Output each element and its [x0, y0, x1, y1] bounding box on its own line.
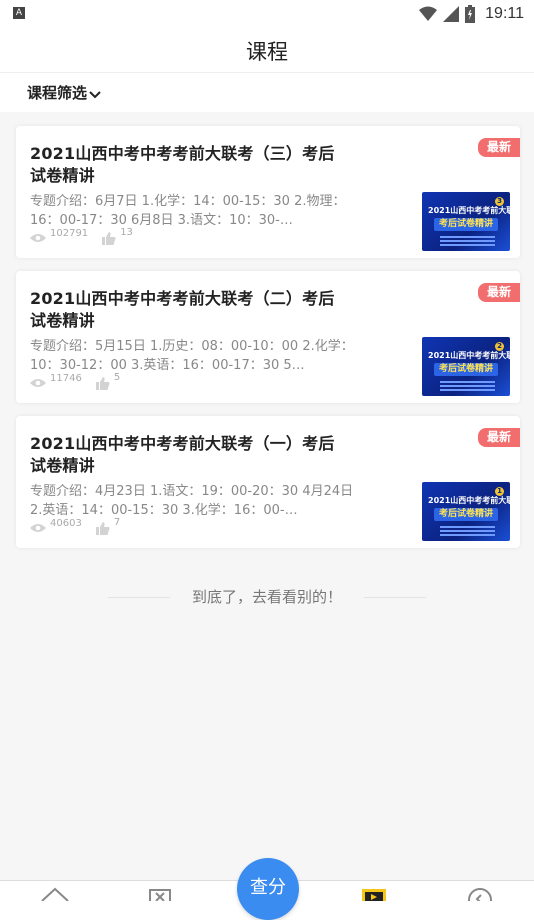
wifi-icon — [419, 6, 438, 21]
end-of-list-message: 到底了，去看看别的！ — [191, 588, 342, 606]
thumbnail-subtitle: 考后试卷精讲 — [434, 363, 498, 376]
likes-count: 13 — [120, 226, 133, 238]
page-title: 课程 — [246, 40, 288, 64]
thumbs-up-icon — [95, 376, 110, 390]
battery-icon — [465, 5, 476, 23]
course-thumbnail: 2 2021山西中考考前大联考 考后试卷精讲 — [422, 337, 510, 396]
score-query-button[interactable]: 查分 — [237, 858, 299, 920]
thumbnail-subtitle: 考后试卷精讲 — [434, 218, 498, 231]
views-count: 102791 — [50, 228, 89, 239]
new-badge: 最新 — [478, 428, 520, 447]
profile-icon[interactable] — [466, 887, 494, 901]
course-description: 专题介绍：5月15日 1.历史：08：00-10：00 2.化学：10：30-1… — [30, 339, 354, 373]
title-bar: 课程 — [0, 28, 534, 72]
course-thumbnail: 3 2021山西中考考前大联考 考后试卷精讲 — [422, 192, 510, 251]
new-badge: 最新 — [478, 138, 520, 157]
eye-icon — [30, 234, 46, 242]
thumbnail-decoration — [440, 236, 495, 238]
course-title: 2021山西中考中考考前大联考（二）考后试卷精讲 — [30, 289, 335, 330]
views-stat: 11746 — [30, 373, 82, 388]
course-filter-label: 课程筛选 — [27, 84, 88, 102]
views-stat: 40603 — [30, 518, 82, 533]
course-tab-icon[interactable] — [360, 887, 388, 901]
eye-icon — [30, 524, 46, 532]
thumbnail-title: 2021山西中考考前大联考 — [428, 351, 510, 360]
views-stat: 102791 — [30, 228, 88, 243]
likes-stat: 5 — [95, 372, 120, 390]
course-stats: 102791 13 — [30, 227, 133, 247]
chevron-down-icon — [89, 90, 101, 98]
course-card[interactable]: 2021山西中考中考考前大联考（三）考后试卷精讲 最新 专题介绍：6月7日 1.… — [16, 126, 520, 258]
course-stats: 40603 7 — [30, 517, 120, 537]
likes-stat: 13 — [102, 227, 133, 245]
filter-bar: 课程筛选 — [0, 72, 534, 113]
views-count: 11746 — [50, 373, 82, 384]
thumbs-up-icon — [95, 521, 110, 535]
course-stats: 11746 5 — [30, 372, 120, 392]
signal-icon — [443, 6, 460, 22]
course-title: 2021山西中考中考考前大联考（一）考后试卷精讲 — [30, 434, 335, 475]
course-description: 专题介绍：4月23日 1.语文：19：00-20：30 4月24日 2.英语：1… — [30, 484, 354, 518]
course-filter-button[interactable]: 课程筛选 — [27, 82, 101, 103]
likes-count: 7 — [113, 516, 121, 528]
new-badge: 最新 — [478, 283, 520, 302]
status-bar: A 19:11 — [0, 0, 534, 28]
eye-icon — [30, 379, 46, 387]
thumbnail-title: 2021山西中考考前大联考 — [428, 496, 510, 505]
course-title: 2021山西中考中考考前大联考（三）考后试卷精讲 — [30, 144, 335, 185]
course-list: 2021山西中考中考考前大联考（三）考后试卷精讲 最新 专题介绍：6月7日 1.… — [0, 112, 534, 892]
status-icons: 19:11 — [419, 4, 524, 24]
course-description: 专题介绍：6月7日 1.化学：14：00-15：30 2.物理：16：00-17… — [30, 194, 346, 228]
app-notification-icon: A — [13, 7, 25, 19]
thumbnail-subtitle: 考后试卷精讲 — [434, 508, 498, 521]
thumbnail-decoration — [440, 526, 495, 528]
thumbnail-decoration — [440, 381, 495, 383]
course-card[interactable]: 2021山西中考中考考前大联考（二）考后试卷精讲 最新 专题介绍：5月15日 1… — [16, 271, 520, 403]
course-card[interactable]: 2021山西中考中考考前大联考（一）考后试卷精讲 最新 专题介绍：4月23日 1… — [16, 416, 520, 548]
views-count: 40603 — [50, 518, 82, 529]
course-thumbnail: 1 2021山西中考考前大联考 考后试卷精讲 — [422, 482, 510, 541]
thumbs-up-icon — [102, 231, 116, 245]
likes-stat: 7 — [95, 517, 120, 535]
thumbnail-title: 2021山西中考考前大联考 — [428, 206, 510, 215]
divider-right — [364, 597, 426, 598]
clock: 19:11 — [485, 5, 524, 22]
exam-icon[interactable] — [146, 887, 174, 901]
home-icon[interactable] — [40, 887, 70, 901]
likes-count: 5 — [113, 371, 121, 383]
